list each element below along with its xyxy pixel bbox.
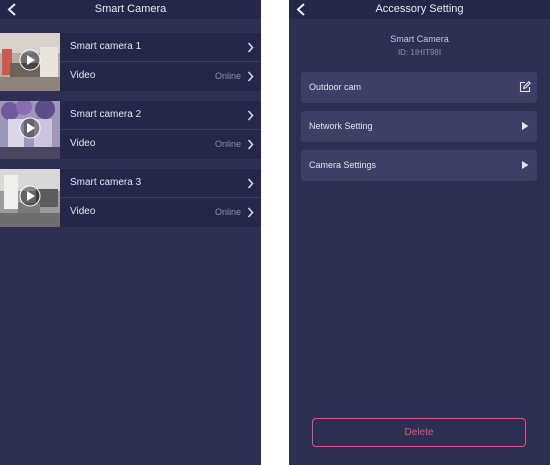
camera-name: Smart camera 3 [70, 177, 142, 188]
camera-video-row[interactable]: Video Online [60, 198, 261, 227]
setting-label: Network Setting [309, 121, 373, 131]
accessory-setting-screen: Accessory Setting Smart Camera ID: 1IHIT… [289, 0, 550, 465]
play-arrow-icon [522, 161, 529, 169]
navigation-bar: Accessory Setting [289, 0, 550, 19]
camera-name-row[interactable]: Smart camera 2 [60, 101, 261, 130]
camera-card-1: Smart camera 1 Video Online [0, 33, 261, 91]
video-label: Video [70, 70, 96, 81]
status-text: Online [214, 207, 241, 217]
camera-video-row[interactable]: Video Online [60, 130, 261, 159]
chevron-right-icon [247, 42, 254, 53]
page-title: Smart Camera [94, 3, 167, 15]
video-label: Video [70, 206, 96, 217]
page-title: Accessory Setting [375, 3, 464, 15]
camera-name: Smart camera 2 [70, 109, 142, 120]
camera-card-2: Smart camera 2 Video Online [0, 101, 261, 159]
edit-icon[interactable] [519, 81, 531, 93]
chevron-right-icon [247, 139, 254, 150]
setting-label: Camera Settings [309, 160, 377, 170]
chevron-right-icon [247, 71, 254, 82]
device-name: Smart Camera [390, 34, 449, 44]
device-id: ID: 1IHIT98I [397, 48, 442, 57]
network-setting-row[interactable]: Network Setting [301, 111, 537, 142]
camera-name: Smart camera 1 [70, 41, 142, 52]
navigation-bar: Smart Camera [0, 0, 261, 19]
play-arrow-icon [522, 122, 529, 130]
video-label: Video [70, 138, 96, 149]
camera-name-row[interactable]: Smart camera 1 [60, 33, 261, 62]
device-name-setting[interactable]: Outdoor cam [301, 72, 537, 103]
delete-button[interactable]: Delete [312, 418, 526, 447]
camera-settings-row[interactable]: Camera Settings [301, 150, 537, 181]
camera-thumbnail-3[interactable] [0, 169, 60, 227]
status-text: Online [214, 139, 241, 149]
camera-thumbnail-1[interactable] [0, 33, 60, 91]
camera-video-row[interactable]: Video Online [60, 62, 261, 91]
camera-thumbnail-2[interactable] [0, 101, 60, 159]
smart-camera-screen: Smart Camera Smart camera 1 Video Online… [0, 0, 261, 465]
chevron-right-icon [247, 178, 254, 189]
camera-name-row[interactable]: Smart camera 3 [60, 169, 261, 198]
setting-label: Outdoor cam [309, 82, 362, 92]
camera-card-3: Smart camera 3 Video Online [0, 169, 261, 227]
chevron-right-icon [247, 110, 254, 121]
chevron-right-icon [247, 207, 254, 218]
status-text: Online [214, 71, 241, 81]
